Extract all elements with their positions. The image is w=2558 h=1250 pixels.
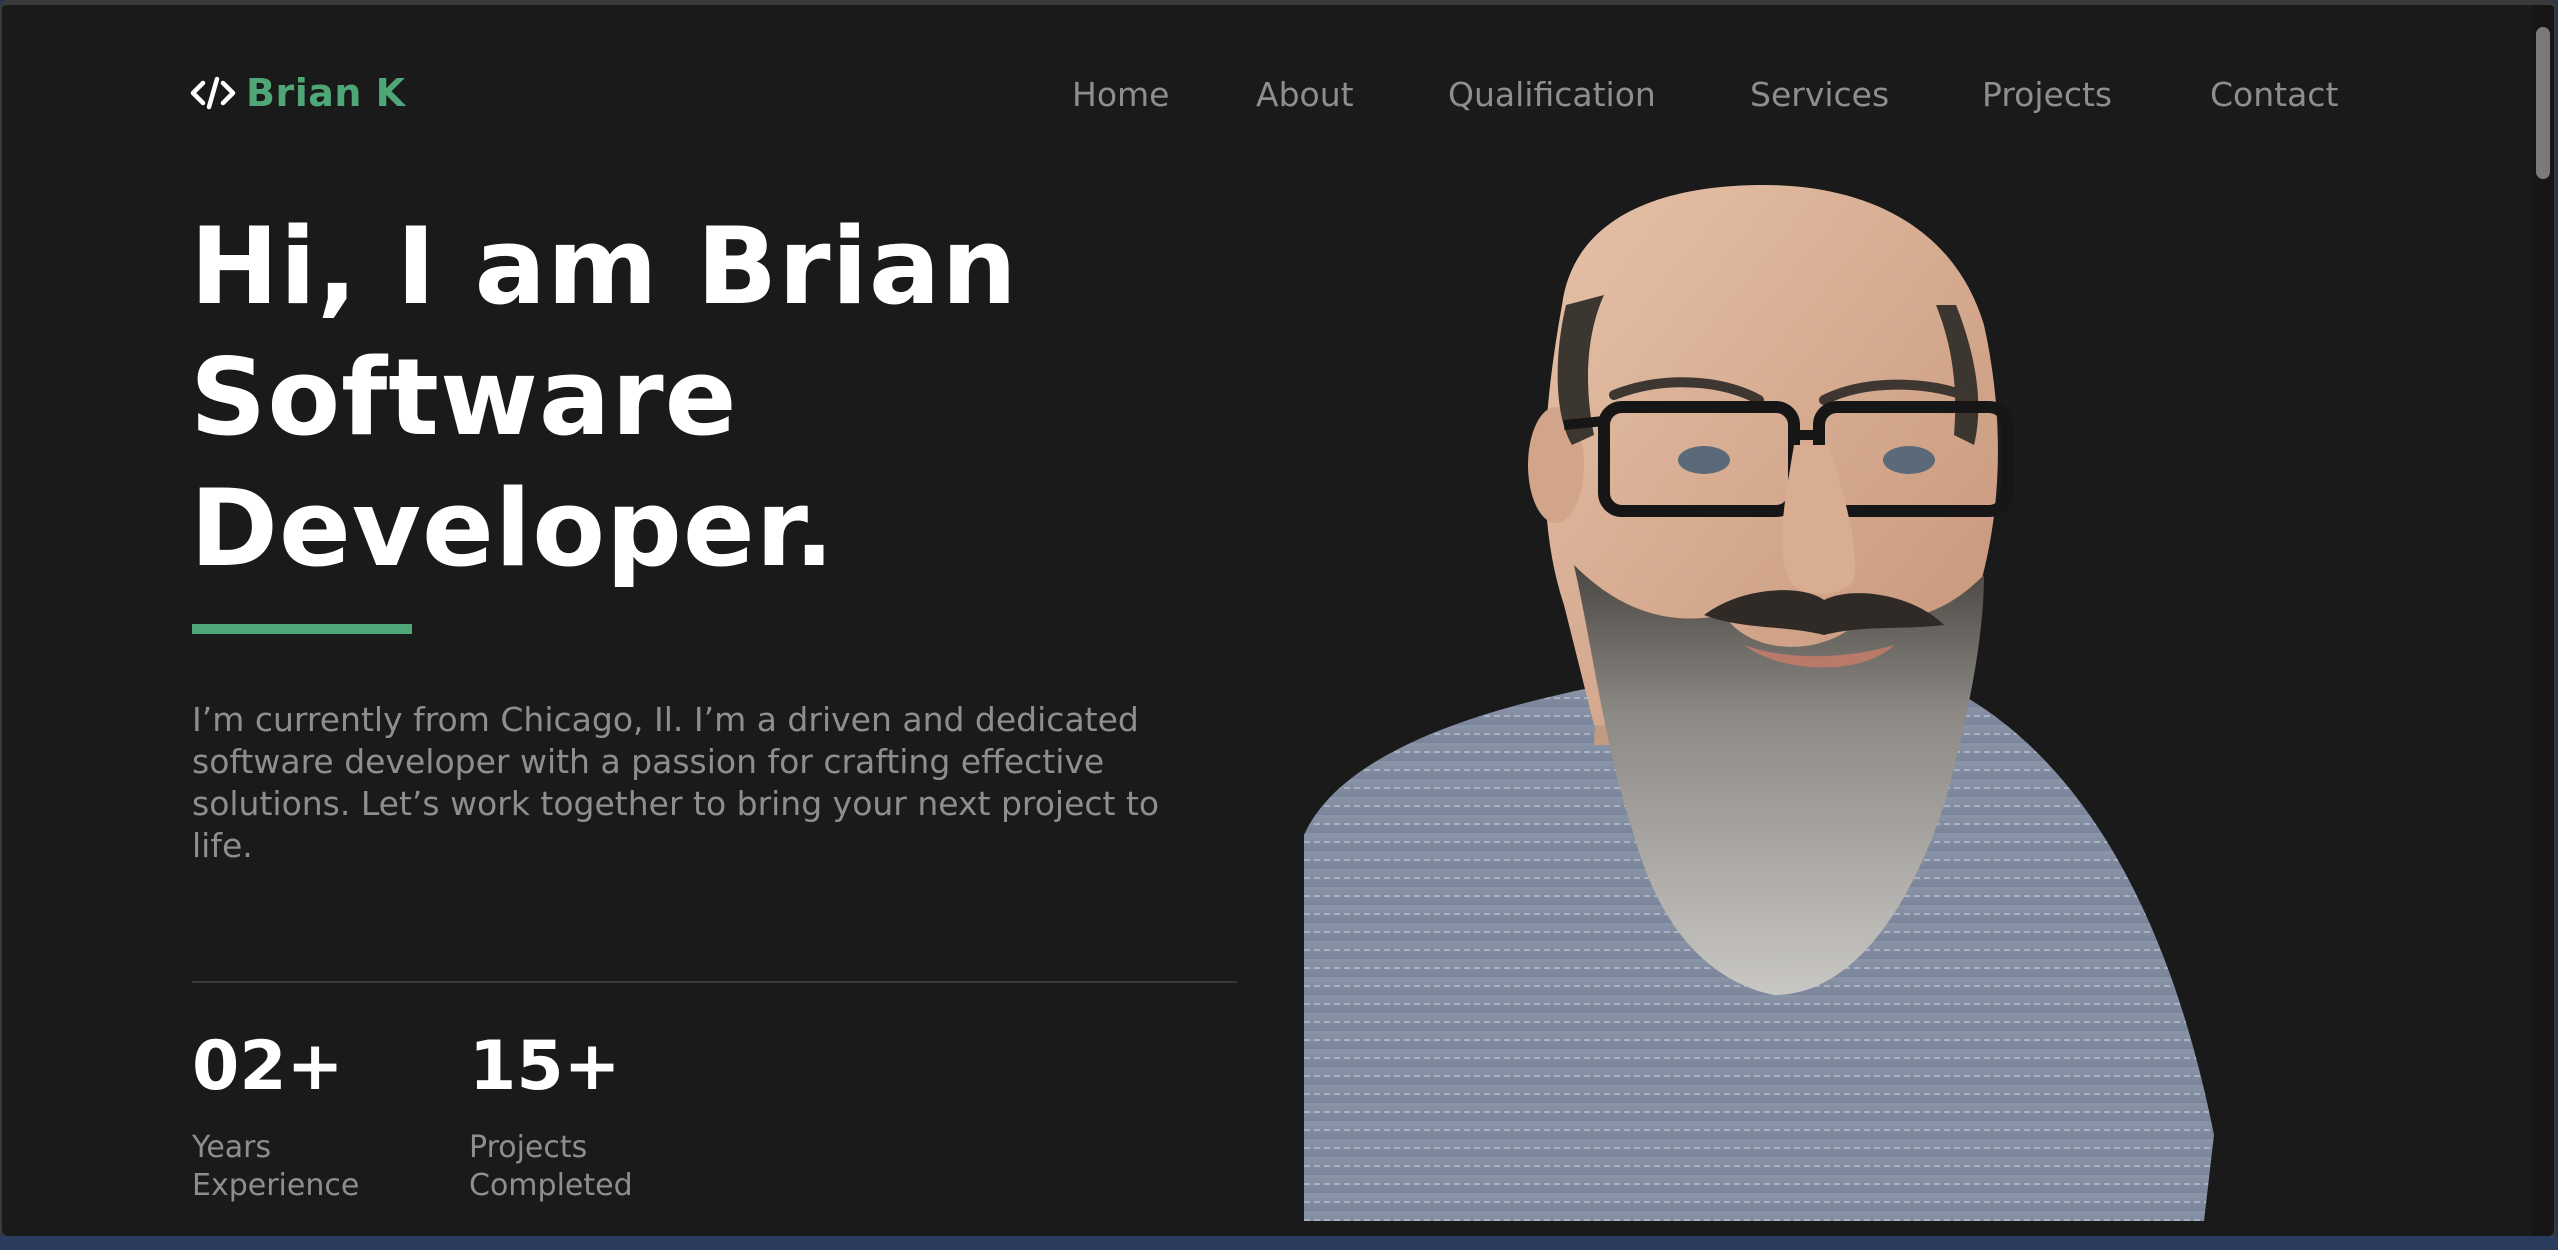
stats-divider — [192, 981, 1237, 983]
portrait-photo — [1304, 185, 2214, 1221]
stat-projects-completed: 15+ Projects Completed — [469, 1025, 633, 1205]
hero-title-line: Developer. — [190, 467, 836, 590]
hero-title: Hi, I am Brian Software Developer. — [190, 201, 1018, 594]
accent-underline — [192, 624, 412, 634]
stat-label: Projects Completed — [469, 1130, 633, 1203]
nav-projects[interactable]: Projects — [1982, 75, 2112, 114]
stat-label: Years Experience — [192, 1130, 360, 1203]
nav-about[interactable]: About — [1256, 75, 1354, 114]
desktop-taskbar-strip — [0, 1236, 2558, 1250]
stat-value: 15+ — [469, 1027, 621, 1106]
vertical-scrollbar[interactable] — [2532, 5, 2554, 1236]
nav-qualification[interactable]: Qualification — [1448, 75, 1656, 114]
code-icon — [190, 76, 236, 110]
stat-years-experience: 02+ Years Experience — [192, 1025, 359, 1205]
stat-value: 02+ — [192, 1027, 344, 1106]
scrollbar-thumb[interactable] — [2536, 27, 2550, 179]
logo-text: Brian K — [246, 71, 406, 115]
nav-services[interactable]: Services — [1750, 75, 1889, 114]
nav-contact[interactable]: Contact — [2210, 75, 2338, 114]
hero-description: I’m currently from Chicago, Il. I’m a dr… — [192, 700, 1160, 865]
hero-title-line: Software — [190, 336, 738, 459]
logo-link[interactable]: Brian K — [190, 71, 406, 115]
nav-home[interactable]: Home — [1072, 75, 1169, 114]
browser-window: Brian K Home About Qualification Service… — [0, 0, 2556, 1238]
hero-title-line: Hi, I am Brian — [190, 205, 1018, 328]
